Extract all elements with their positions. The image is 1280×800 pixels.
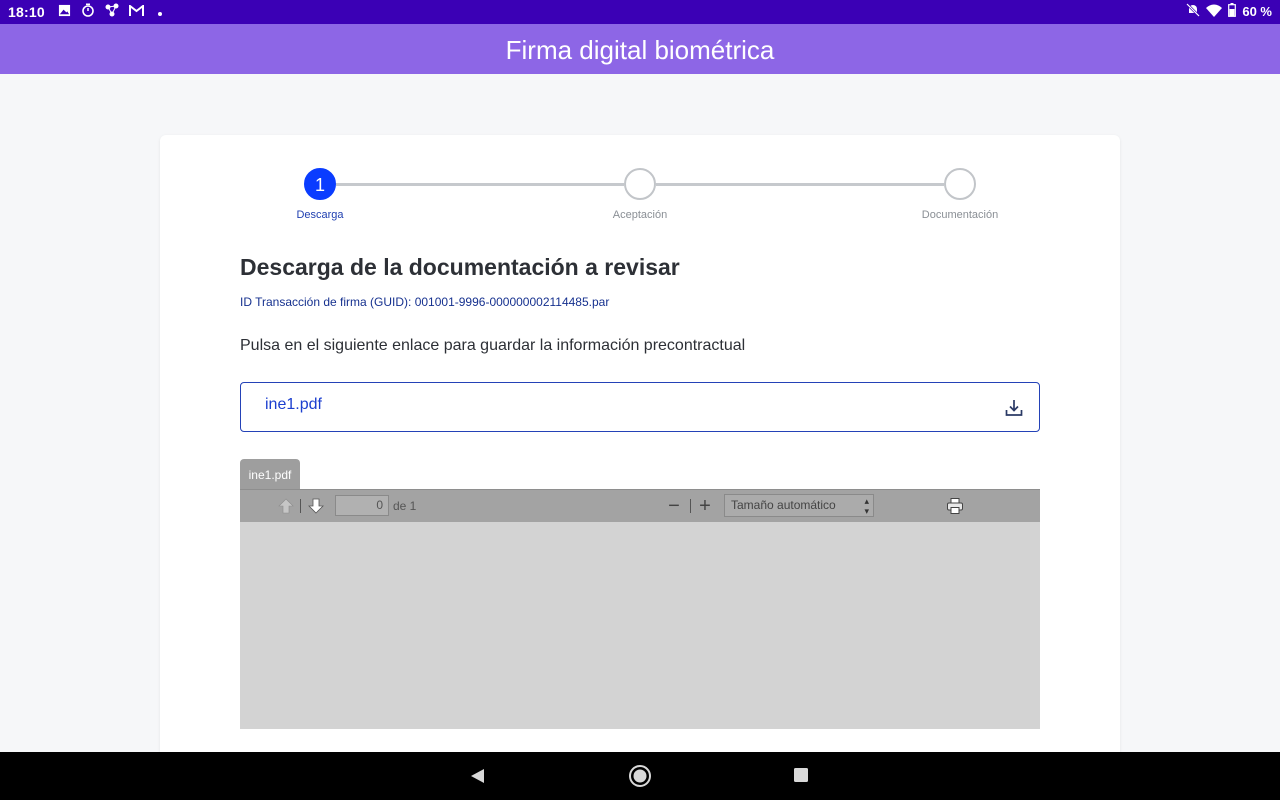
app-bar: Firma digital biométrica — [0, 24, 1280, 74]
print-icon[interactable] — [946, 497, 964, 515]
step-1-circle[interactable]: 1 — [304, 168, 336, 200]
timer-icon — [80, 3, 96, 22]
step-3-circle[interactable] — [944, 168, 976, 200]
pdf-document-area[interactable] — [240, 522, 1040, 729]
page-count: de 1 — [393, 499, 417, 513]
gmail-icon — [128, 3, 144, 22]
wifi-icon — [1206, 4, 1223, 20]
dot-icon — [152, 4, 168, 22]
page-number-input[interactable]: 0 — [335, 495, 389, 516]
app-title: Firma digital biométrica — [505, 35, 775, 65]
battery-percent: 60 % — [1242, 4, 1272, 19]
transaction-guid: ID Transacción de firma (GUID): 001001-9… — [240, 295, 610, 309]
step-1-label: Descarga — [296, 209, 344, 221]
toolbar-separator — [300, 499, 301, 513]
clock: 18:10 — [8, 4, 45, 20]
back-icon[interactable] — [468, 766, 488, 786]
system-status: 60 % — [1186, 3, 1272, 20]
instructions-text: Pulsa en el siguiente enlace para guarda… — [240, 337, 746, 354]
battery-icon — [1228, 3, 1237, 20]
share-icon — [104, 3, 120, 22]
next-page-icon[interactable] — [306, 496, 326, 516]
page-title: Descarga de la documentación a revisar — [240, 254, 680, 280]
step-connector — [656, 183, 944, 186]
recents-icon[interactable] — [792, 766, 812, 786]
download-filename[interactable]: ine1.pdf — [265, 396, 322, 414]
zoom-in-button[interactable]: + — [696, 493, 714, 519]
download-link[interactable]: ine1.pdf — [240, 382, 1040, 432]
notification-icons — [56, 3, 168, 22]
step-2-label: Aceptación — [612, 209, 668, 221]
toolbar-separator — [690, 499, 691, 513]
bell-off-icon — [1186, 3, 1201, 20]
download-icon[interactable] — [1003, 397, 1025, 419]
status-bar: 18:10 60 % — [0, 0, 1280, 24]
step-3-label: Documentación — [921, 209, 999, 221]
main-card: 1 Descarga Aceptación Documentación Desc… — [160, 135, 1120, 775]
navigation-bar — [0, 752, 1280, 800]
select-caret-icon: ▴ ▾ — [864, 496, 869, 516]
image-icon — [56, 4, 72, 22]
pdf-tab[interactable]: ine1.pdf — [240, 459, 300, 489]
zoom-out-button[interactable]: − — [665, 493, 683, 519]
pdf-toolbar: 0 de 1 − + Tamaño automático ▴ ▾ — [240, 489, 1040, 523]
previous-page-icon[interactable] — [276, 496, 296, 516]
home-icon[interactable] — [628, 764, 652, 788]
step-2-circle[interactable] — [624, 168, 656, 200]
zoom-select-value: Tamaño automático — [731, 498, 836, 512]
zoom-select[interactable]: Tamaño automático ▴ ▾ — [724, 494, 874, 517]
step-connector — [336, 183, 624, 186]
